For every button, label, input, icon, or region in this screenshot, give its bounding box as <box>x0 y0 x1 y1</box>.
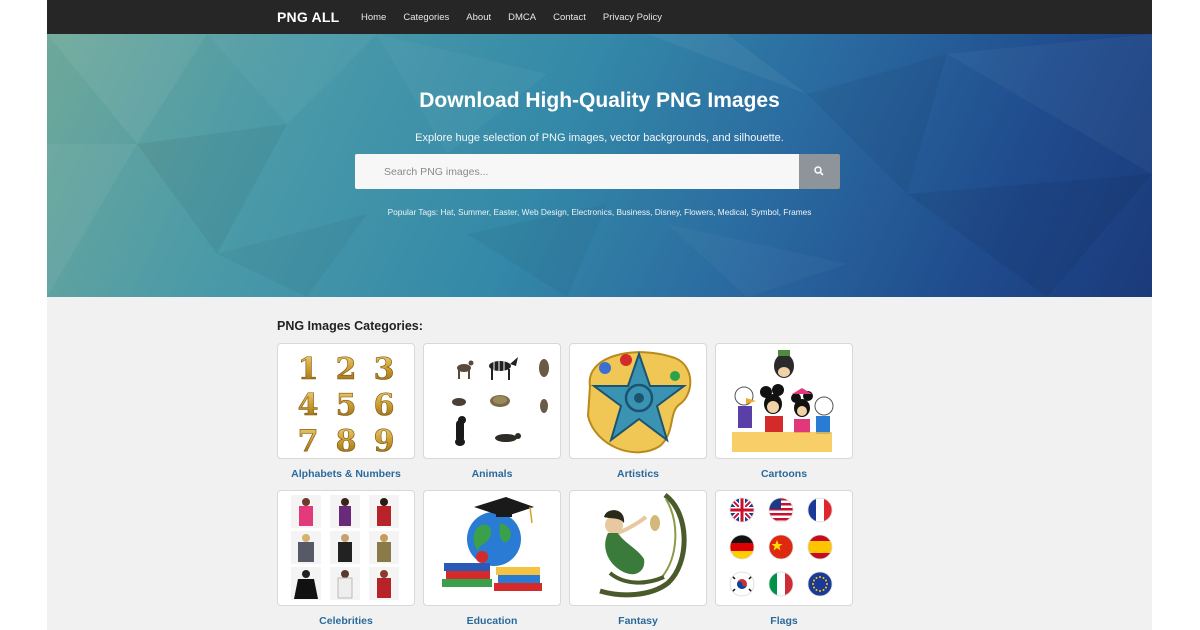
hero-banner: Download High-Quality PNG Images Explore… <box>47 34 1152 297</box>
digit-1: 1 <box>298 352 319 387</box>
category-label[interactable]: Animals <box>423 468 561 480</box>
category-label[interactable]: Celebrities <box>277 615 415 627</box>
digit-7: 7 <box>298 424 319 456</box>
celebrities-grid-image <box>291 495 399 600</box>
palette-star-image <box>586 350 692 454</box>
category-thumb[interactable]: 1 2 3 4 5 6 7 8 9 <box>277 343 415 459</box>
category-thumb[interactable] <box>423 343 561 459</box>
category-card-alphabets-numbers: 1 2 3 4 5 6 7 8 9 Alphabets & Numbers <box>277 343 415 480</box>
nav-link-contact[interactable]: Contact <box>553 12 586 23</box>
top-navbar: PNG ALL Home Categories About DMCA Conta… <box>47 0 1152 34</box>
category-thumb[interactable] <box>569 343 707 459</box>
category-label[interactable]: Fantasy <box>569 615 707 627</box>
numbers-grid-image: 1 2 3 4 5 6 7 8 9 <box>297 352 395 456</box>
category-thumb[interactable] <box>423 490 561 606</box>
category-label[interactable]: Alphabets & Numbers <box>277 468 415 480</box>
category-label[interactable]: Artistics <box>569 468 707 480</box>
globe-books-image <box>442 497 542 591</box>
category-thumb[interactable] <box>569 490 707 606</box>
search-bar <box>355 154 840 189</box>
category-card-fantasy: Fantasy <box>569 490 707 627</box>
category-card-flags: Flags <box>715 490 853 627</box>
fantasy-figure-image <box>599 493 687 598</box>
category-label[interactable]: Education <box>423 615 561 627</box>
site-logo[interactable]: PNG ALL <box>277 9 339 25</box>
nav-link-privacy-policy[interactable]: Privacy Policy <box>603 12 662 23</box>
uk-flag-icon <box>730 498 754 522</box>
category-label[interactable]: Flags <box>715 615 853 627</box>
nav-link-about[interactable]: About <box>466 12 491 23</box>
category-card-education: Education <box>423 490 561 627</box>
digit-6: 6 <box>374 388 395 423</box>
category-thumb[interactable] <box>715 490 853 606</box>
nav-links: Home Categories About DMCA Contact Priva… <box>361 0 679 34</box>
popular-tags-list[interactable]: Hat, Summer, Easter, Web Design, Electro… <box>441 207 812 217</box>
digit-9: 9 <box>374 424 395 456</box>
hero-title: Download High-Quality PNG Images <box>419 89 780 112</box>
animals-collage-image <box>452 357 549 446</box>
digit-8: 8 <box>336 424 357 456</box>
nav-link-home[interactable]: Home <box>361 12 386 23</box>
popular-tags: Popular Tags: Hat, Summer, Easter, Web D… <box>47 207 1152 217</box>
digit-5: 5 <box>336 388 357 423</box>
page: PNG ALL Home Categories About DMCA Conta… <box>47 0 1152 630</box>
category-card-animals: Animals <box>423 343 561 480</box>
search-input[interactable] <box>355 154 799 189</box>
digit-2: 2 <box>336 352 357 387</box>
digit-3: 3 <box>374 352 395 387</box>
flags-grid-image <box>729 497 833 597</box>
categories-heading: PNG Images Categories: <box>277 319 423 333</box>
search-icon <box>814 166 824 176</box>
nav-link-dmca[interactable]: DMCA <box>508 12 536 23</box>
category-card-celebrities: Celebrities <box>277 490 415 627</box>
digit-4: 4 <box>298 388 319 423</box>
hero-subtitle: Explore huge selection of PNG images, ve… <box>415 132 784 144</box>
search-button[interactable] <box>799 154 840 189</box>
category-label[interactable]: Cartoons <box>715 468 853 480</box>
category-card-cartoons: Cartoons <box>715 343 853 480</box>
category-card-artistics: Artistics <box>569 343 707 480</box>
category-thumb[interactable] <box>277 490 415 606</box>
nav-link-categories[interactable]: Categories <box>403 12 449 23</box>
usa-flag-icon <box>769 498 793 522</box>
cartoon-characters-image <box>732 350 834 452</box>
category-thumb[interactable] <box>715 343 853 459</box>
popular-tags-label: Popular Tags: <box>387 207 439 217</box>
